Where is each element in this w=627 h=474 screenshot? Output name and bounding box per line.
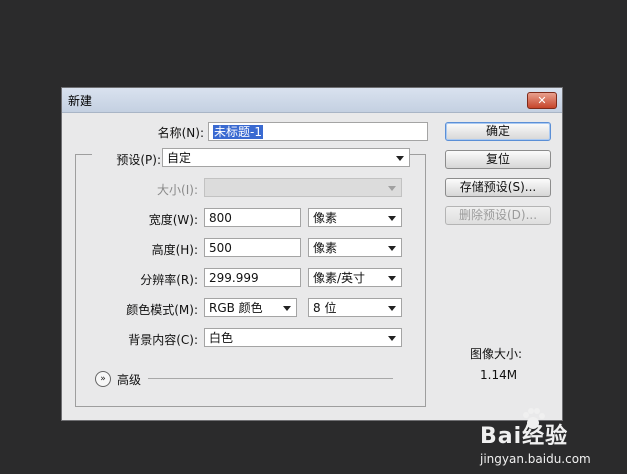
watermark-site: jingyan.baidu.com <box>480 452 591 466</box>
background-value: 白色 <box>209 331 234 345</box>
name-input[interactable]: 未标题-1 <box>208 122 428 141</box>
resolution-input[interactable]: 299.999 <box>204 268 301 287</box>
close-icon[interactable]: ✕ <box>527 92 557 109</box>
new-document-dialog: 新建 ✕ 名称(N): 未标题-1 预设(P): 自定 大小(I): 宽度(W)… <box>61 87 563 421</box>
advanced-label[interactable]: 高级 <box>117 371 141 388</box>
image-size-label: 图像大小: <box>470 347 523 361</box>
color-mode-select[interactable]: RGB 颜色 <box>204 298 297 317</box>
preset-select[interactable]: 自定 <box>162 148 410 167</box>
color-mode-value: RGB 颜色 <box>209 301 263 315</box>
width-input[interactable]: 800 <box>204 208 301 227</box>
height-value: 500 <box>209 241 232 255</box>
chevron-down-icon <box>388 306 396 311</box>
preset-label: 预设(P): <box>92 151 164 168</box>
chevron-down-icon <box>396 156 404 161</box>
dialog-titlebar[interactable]: 新建 ✕ <box>62 88 562 113</box>
width-unit-select[interactable]: 像素 <box>308 208 402 227</box>
size-select <box>204 178 402 197</box>
bit-depth-select[interactable]: 8 位 <box>308 298 402 317</box>
delete-preset-button: 删除预设(D)... <box>445 206 551 225</box>
chevron-down-icon <box>388 216 396 221</box>
chevron-down-icon <box>388 336 396 341</box>
chevron-down-icon <box>388 276 396 281</box>
ok-button[interactable]: 确定 <box>445 122 551 141</box>
resolution-unit: 像素/英寸 <box>313 271 366 285</box>
resolution-unit-select[interactable]: 像素/英寸 <box>308 268 402 287</box>
height-label: 高度(H): <box>151 243 198 257</box>
advanced-toggle-icon[interactable]: » <box>95 371 111 387</box>
color-mode-label: 颜色模式(M): <box>126 303 198 317</box>
width-unit: 像素 <box>313 211 338 225</box>
height-unit: 像素 <box>313 241 338 255</box>
reset-button[interactable]: 复位 <box>445 150 551 169</box>
chevron-down-icon <box>283 306 291 311</box>
resolution-value: 299.999 <box>209 271 259 285</box>
baidu-jingyan-watermark: Bai经验 jingyan.baidu.com <box>480 418 620 466</box>
size-label: 大小(I): <box>157 183 198 197</box>
save-preset-button[interactable]: 存储预设(S)... <box>445 178 551 197</box>
chevron-down-icon <box>388 186 396 191</box>
height-unit-select[interactable]: 像素 <box>308 238 402 257</box>
name-label: 名称(N): <box>157 126 204 140</box>
preset-value: 自定 <box>167 151 192 165</box>
width-label: 宽度(W): <box>148 213 198 227</box>
bit-depth-value: 8 位 <box>313 301 337 315</box>
height-input[interactable]: 500 <box>204 238 301 257</box>
image-size-value: 1.14M <box>480 368 518 382</box>
background-select[interactable]: 白色 <box>204 328 402 347</box>
advanced-divider <box>148 378 393 379</box>
chevron-down-icon <box>388 246 396 251</box>
width-value: 800 <box>209 211 232 225</box>
dialog-title: 新建 <box>68 94 93 108</box>
name-value: 未标题-1 <box>213 125 263 139</box>
background-label: 背景内容(C): <box>128 333 198 347</box>
watermark-logo: Bai经验 <box>480 424 569 449</box>
resolution-label: 分辨率(R): <box>140 273 198 287</box>
